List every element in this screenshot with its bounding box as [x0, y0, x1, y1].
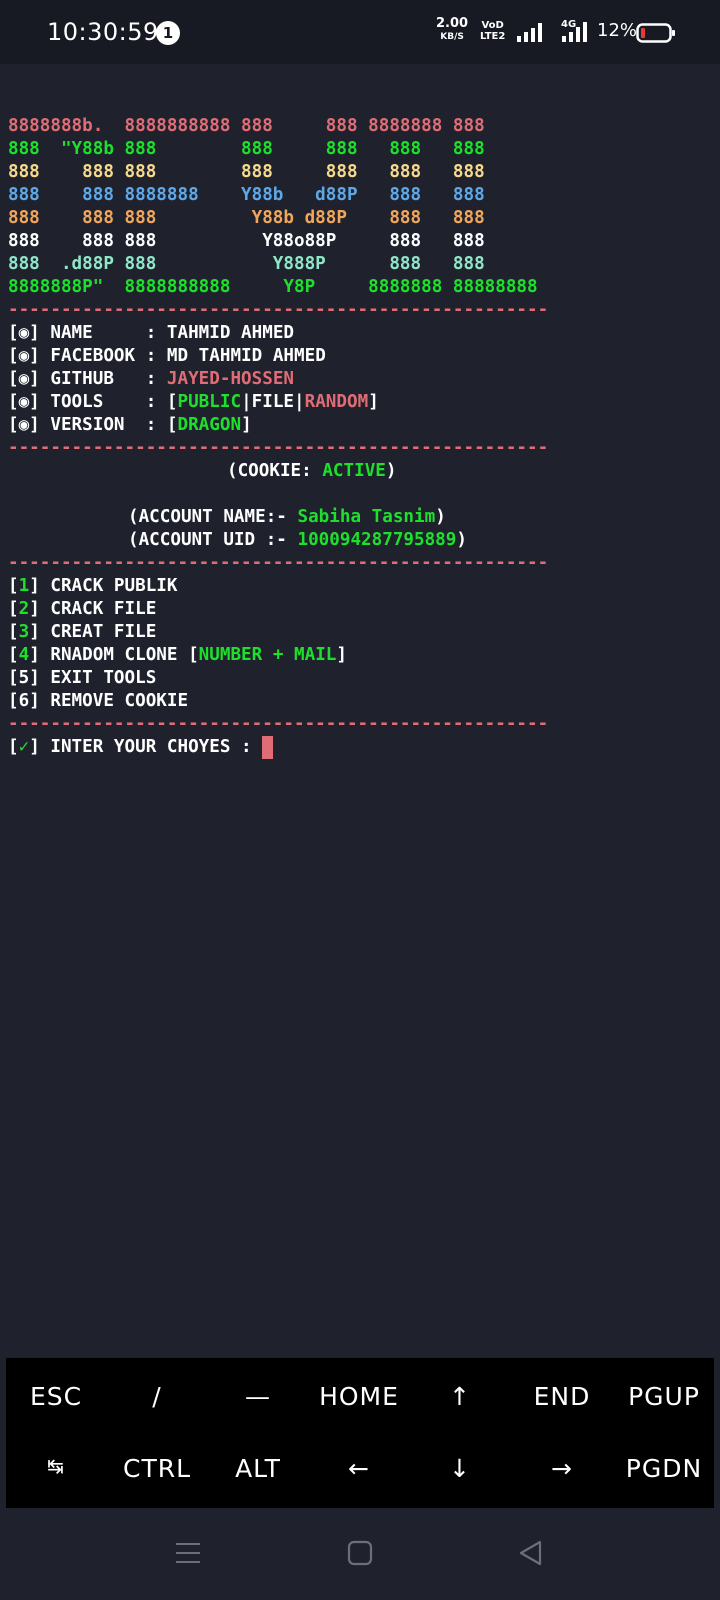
divider: ----------------------------------------… [8, 438, 549, 458]
banner-line-2: 888 "Y88b 888 888 888 888 888 [8, 139, 485, 159]
key-pgdn[interactable]: PGDN [626, 1454, 702, 1483]
volte-bottom: LTE2 [480, 31, 506, 42]
info-bullet-icon: [◉] [8, 415, 40, 435]
key-dash[interactable]: — [245, 1382, 271, 1411]
status-bar: 10:30:59 1 2.00 KB/S VoD LTE2 4G 12% [0, 0, 720, 64]
cookie-status: (COOKIE: ACTIVE) [227, 461, 397, 481]
menu-item-2: [2] CRACK FILE [8, 599, 157, 619]
tools-public: PUBLIC [177, 392, 242, 412]
info-name: [◉] NAME : TAHMID AHMED [8, 323, 295, 343]
back-icon[interactable] [518, 1540, 544, 1566]
banner-line-1: 8888888b. 8888888888 888 888 8888888 888 [8, 116, 485, 136]
input-prompt[interactable]: [✓] INTER YOUR CHOYES : [8, 736, 274, 759]
tools-file: FILE [251, 392, 295, 412]
volte-top: VoD [481, 20, 504, 31]
check-icon: ✓ [18, 737, 30, 757]
menu-item-6: [6] REMOVE COOKIE [8, 691, 189, 711]
key-ctrl[interactable]: CTRL [123, 1454, 191, 1483]
key-home[interactable]: HOME [319, 1382, 399, 1411]
account-uid: (ACCOUNT UID :- 100094287795889) [128, 530, 467, 550]
info-version: [◉] VERSION : [DRAGON] [8, 415, 252, 435]
network-speed: 2.00 KB/S [436, 16, 469, 43]
info-tools: [◉] TOOLS : [PUBLIC|FILE|RANDOM] [8, 392, 379, 412]
key-left-arrow[interactable]: ← [348, 1454, 370, 1483]
banner-line-8: 8888888P" 8888888888 Y8P 8888888 8888888… [8, 277, 538, 297]
menu-item-1: [1] CRACK PUBLIK [8, 576, 178, 596]
key-right-arrow[interactable]: → [551, 1454, 573, 1483]
key-end[interactable]: END [534, 1382, 591, 1411]
menu-item-3: [3] CREAT FILE [8, 622, 157, 642]
menu-item-4: [4] RNADOM CLONE [NUMBER + MAIL] [8, 645, 347, 665]
menu-item-5: [5] EXIT TOOLS [8, 668, 157, 688]
clock: 10:30:59 [47, 18, 159, 46]
facebook-name: MD TAHMID AHMED [166, 346, 326, 366]
battery-icon [636, 23, 675, 43]
battery-percent: 12% [597, 20, 638, 41]
account-name-value: Sabiha Tasnim [297, 507, 436, 527]
banner-line-3: 888 888 888 888 888 888 888 [8, 162, 485, 182]
info-github: [◉] GITHUB : JAYED-HOSSEN [8, 369, 295, 389]
signal-icon [517, 23, 542, 42]
banner-line-6: 888 888 888 Y88o88P 888 888 [8, 231, 485, 251]
key-up-arrow[interactable]: ↑ [449, 1382, 471, 1411]
banner-line-5: 888 888 888 Y88b d88P 888 888 [8, 208, 485, 228]
tools-random: RANDOM [304, 392, 369, 412]
info-bullet-icon: [◉] [8, 369, 40, 389]
network-speed-value: 2.00 [436, 16, 469, 31]
key-tab[interactable]: ↹ [47, 1454, 65, 1478]
account-name: (ACCOUNT NAME:- Sabiha Tasnim) [128, 507, 446, 527]
info-bullet-icon: [◉] [8, 392, 40, 412]
menu-icon[interactable] [175, 1540, 201, 1566]
key-pgup[interactable]: PGUP [628, 1382, 700, 1411]
key-down-arrow[interactable]: ↓ [449, 1454, 471, 1483]
signal-4g-icon: 4G [552, 19, 592, 42]
banner-line-4: 888 888 8888888 Y88b d88P 888 888 [8, 185, 485, 205]
info-bullet-icon: [◉] [8, 323, 40, 343]
key-alt[interactable]: ALT [235, 1454, 281, 1483]
author-name: TAHMID AHMED [166, 323, 295, 343]
network-speed-unit: KB/S [440, 32, 464, 42]
account-uid-value: 100094287795889 [297, 530, 457, 550]
extra-keys-bar: ESC / — HOME ↑ END PGUP ↹ CTRL ALT ← ↓ →… [6, 1358, 714, 1508]
banner-line-7: 888 .d88P 888 Y888P 888 888 [8, 254, 485, 274]
info-facebook: [◉] FACEBOOK : MD TAHMID AHMED [8, 346, 326, 366]
cookie-active: ACTIVE [322, 461, 386, 481]
notification-badge: 1 [156, 21, 180, 45]
key-slash[interactable]: / [152, 1382, 161, 1411]
navigation-bar [0, 1508, 720, 1600]
volte-indicator: VoD LTE2 [480, 20, 505, 42]
divider: ----------------------------------------… [8, 714, 549, 734]
home-icon[interactable] [347, 1540, 373, 1566]
version-value: DRAGON [177, 415, 242, 435]
divider: ----------------------------------------… [8, 300, 549, 320]
terminal-cursor[interactable] [262, 736, 274, 759]
github-name: JAYED-HOSSEN [166, 369, 295, 389]
info-bullet-icon: [◉] [8, 346, 40, 366]
divider: ----------------------------------------… [8, 553, 549, 573]
key-esc[interactable]: ESC [30, 1382, 82, 1411]
